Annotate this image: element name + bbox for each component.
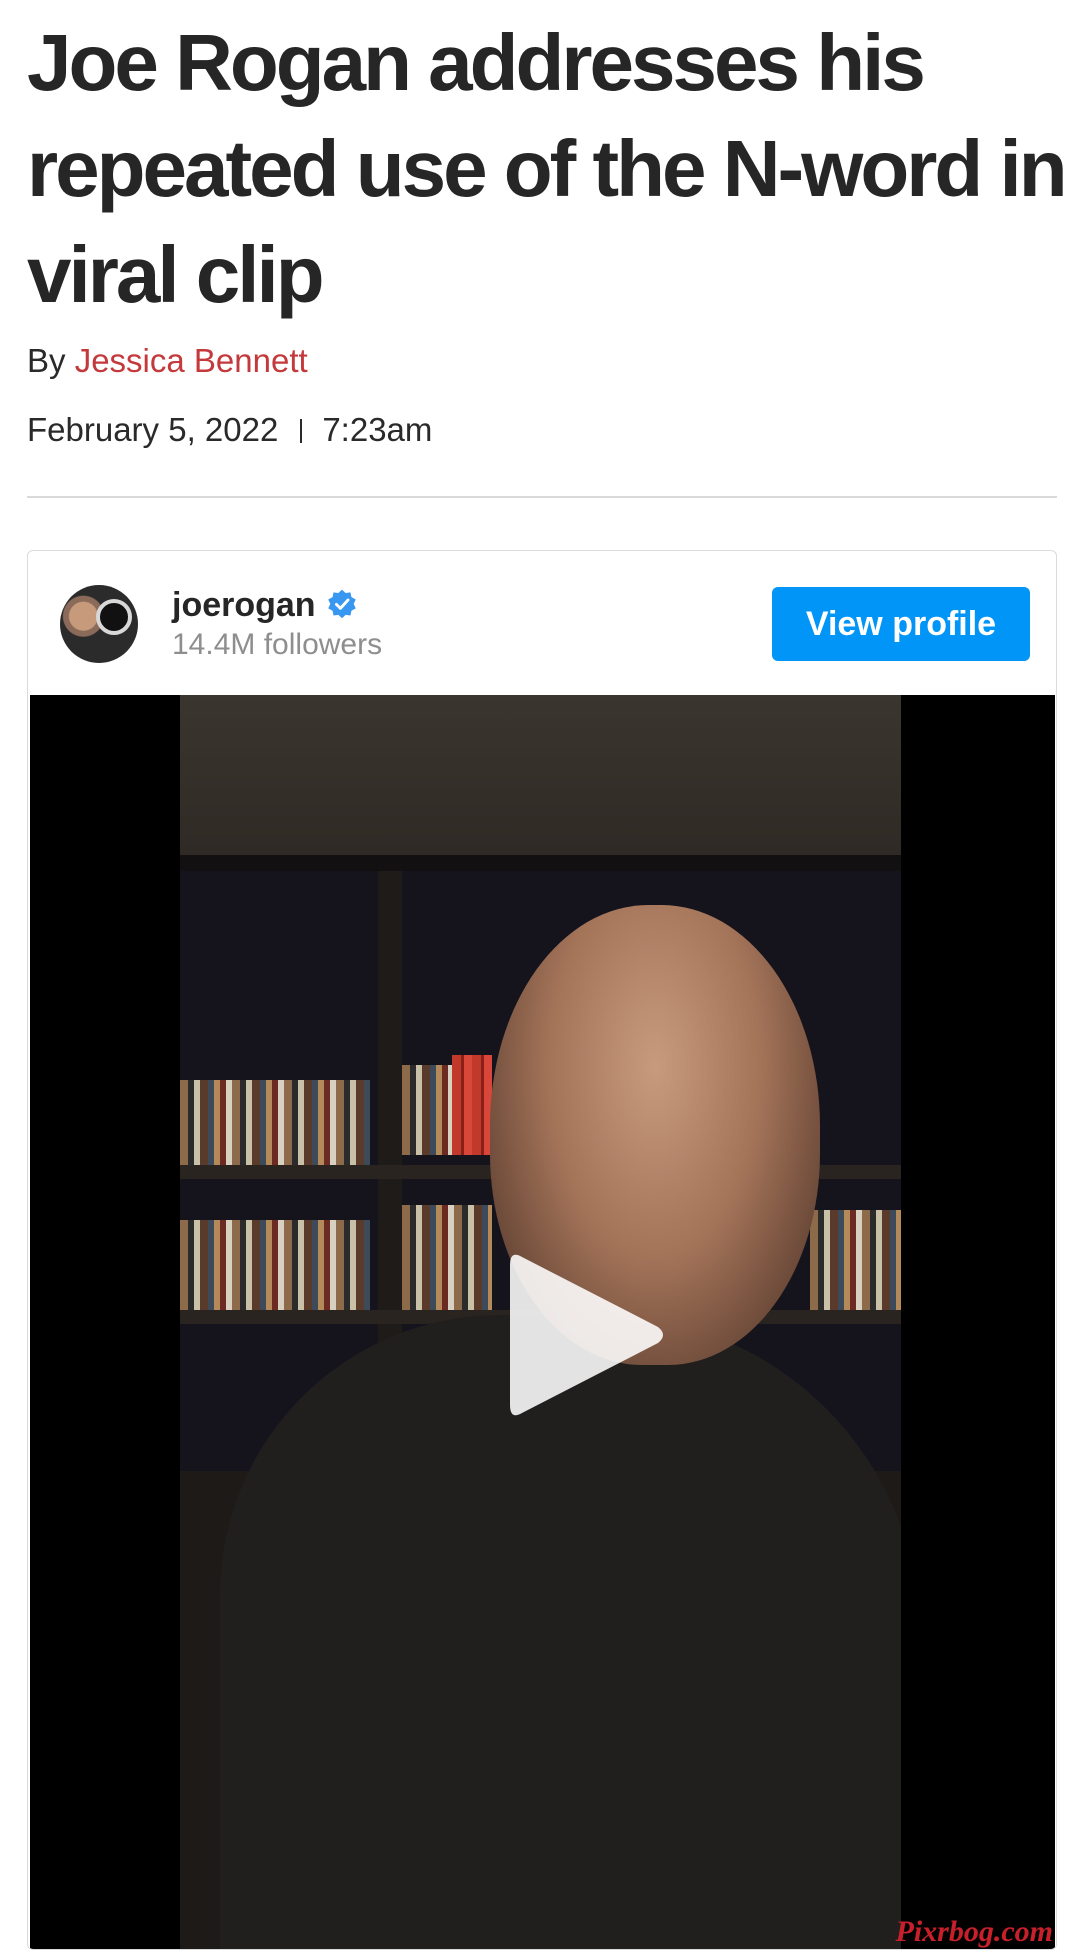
byline: By Jessica Bennett: [27, 340, 308, 382]
play-icon[interactable]: [500, 1245, 670, 1425]
verified-badge-icon: [327, 589, 356, 619]
publish-date: February 5, 2022: [27, 411, 279, 448]
video-player[interactable]: Pixrbog.com: [30, 695, 1055, 1949]
username-text: joerogan: [172, 586, 316, 624]
video-books: [810, 1210, 901, 1310]
video-wall: [180, 695, 901, 855]
dateline-separator: [300, 419, 303, 443]
avatar-microphone-icon: [96, 599, 132, 635]
publish-time: 7:23am: [322, 411, 433, 448]
video-books: [452, 1055, 492, 1155]
avatar[interactable]: [60, 585, 138, 663]
divider: [27, 496, 1057, 498]
article-headline: Joe Rogan addresses his repeated use of …: [27, 18, 1068, 319]
view-profile-button[interactable]: View profile: [772, 587, 1030, 661]
username[interactable]: joerogan: [172, 585, 358, 625]
follower-count: 14.4M followers: [172, 628, 383, 661]
embed-header: joerogan 14.4M followers View profile: [28, 551, 1056, 695]
video-books: [402, 1205, 492, 1310]
video-books: [180, 1080, 370, 1170]
dateline: February 5, 2022 7:23am: [27, 409, 432, 451]
author-link[interactable]: Jessica Bennett: [75, 342, 308, 379]
video-books: [180, 1220, 370, 1310]
byline-prefix: By: [27, 342, 66, 379]
instagram-embed: joerogan 14.4M followers View profile Pi…: [27, 550, 1057, 1950]
video-shelf-top: [180, 855, 901, 871]
watermark-text: Pixrbog.com: [895, 1915, 1054, 1948]
